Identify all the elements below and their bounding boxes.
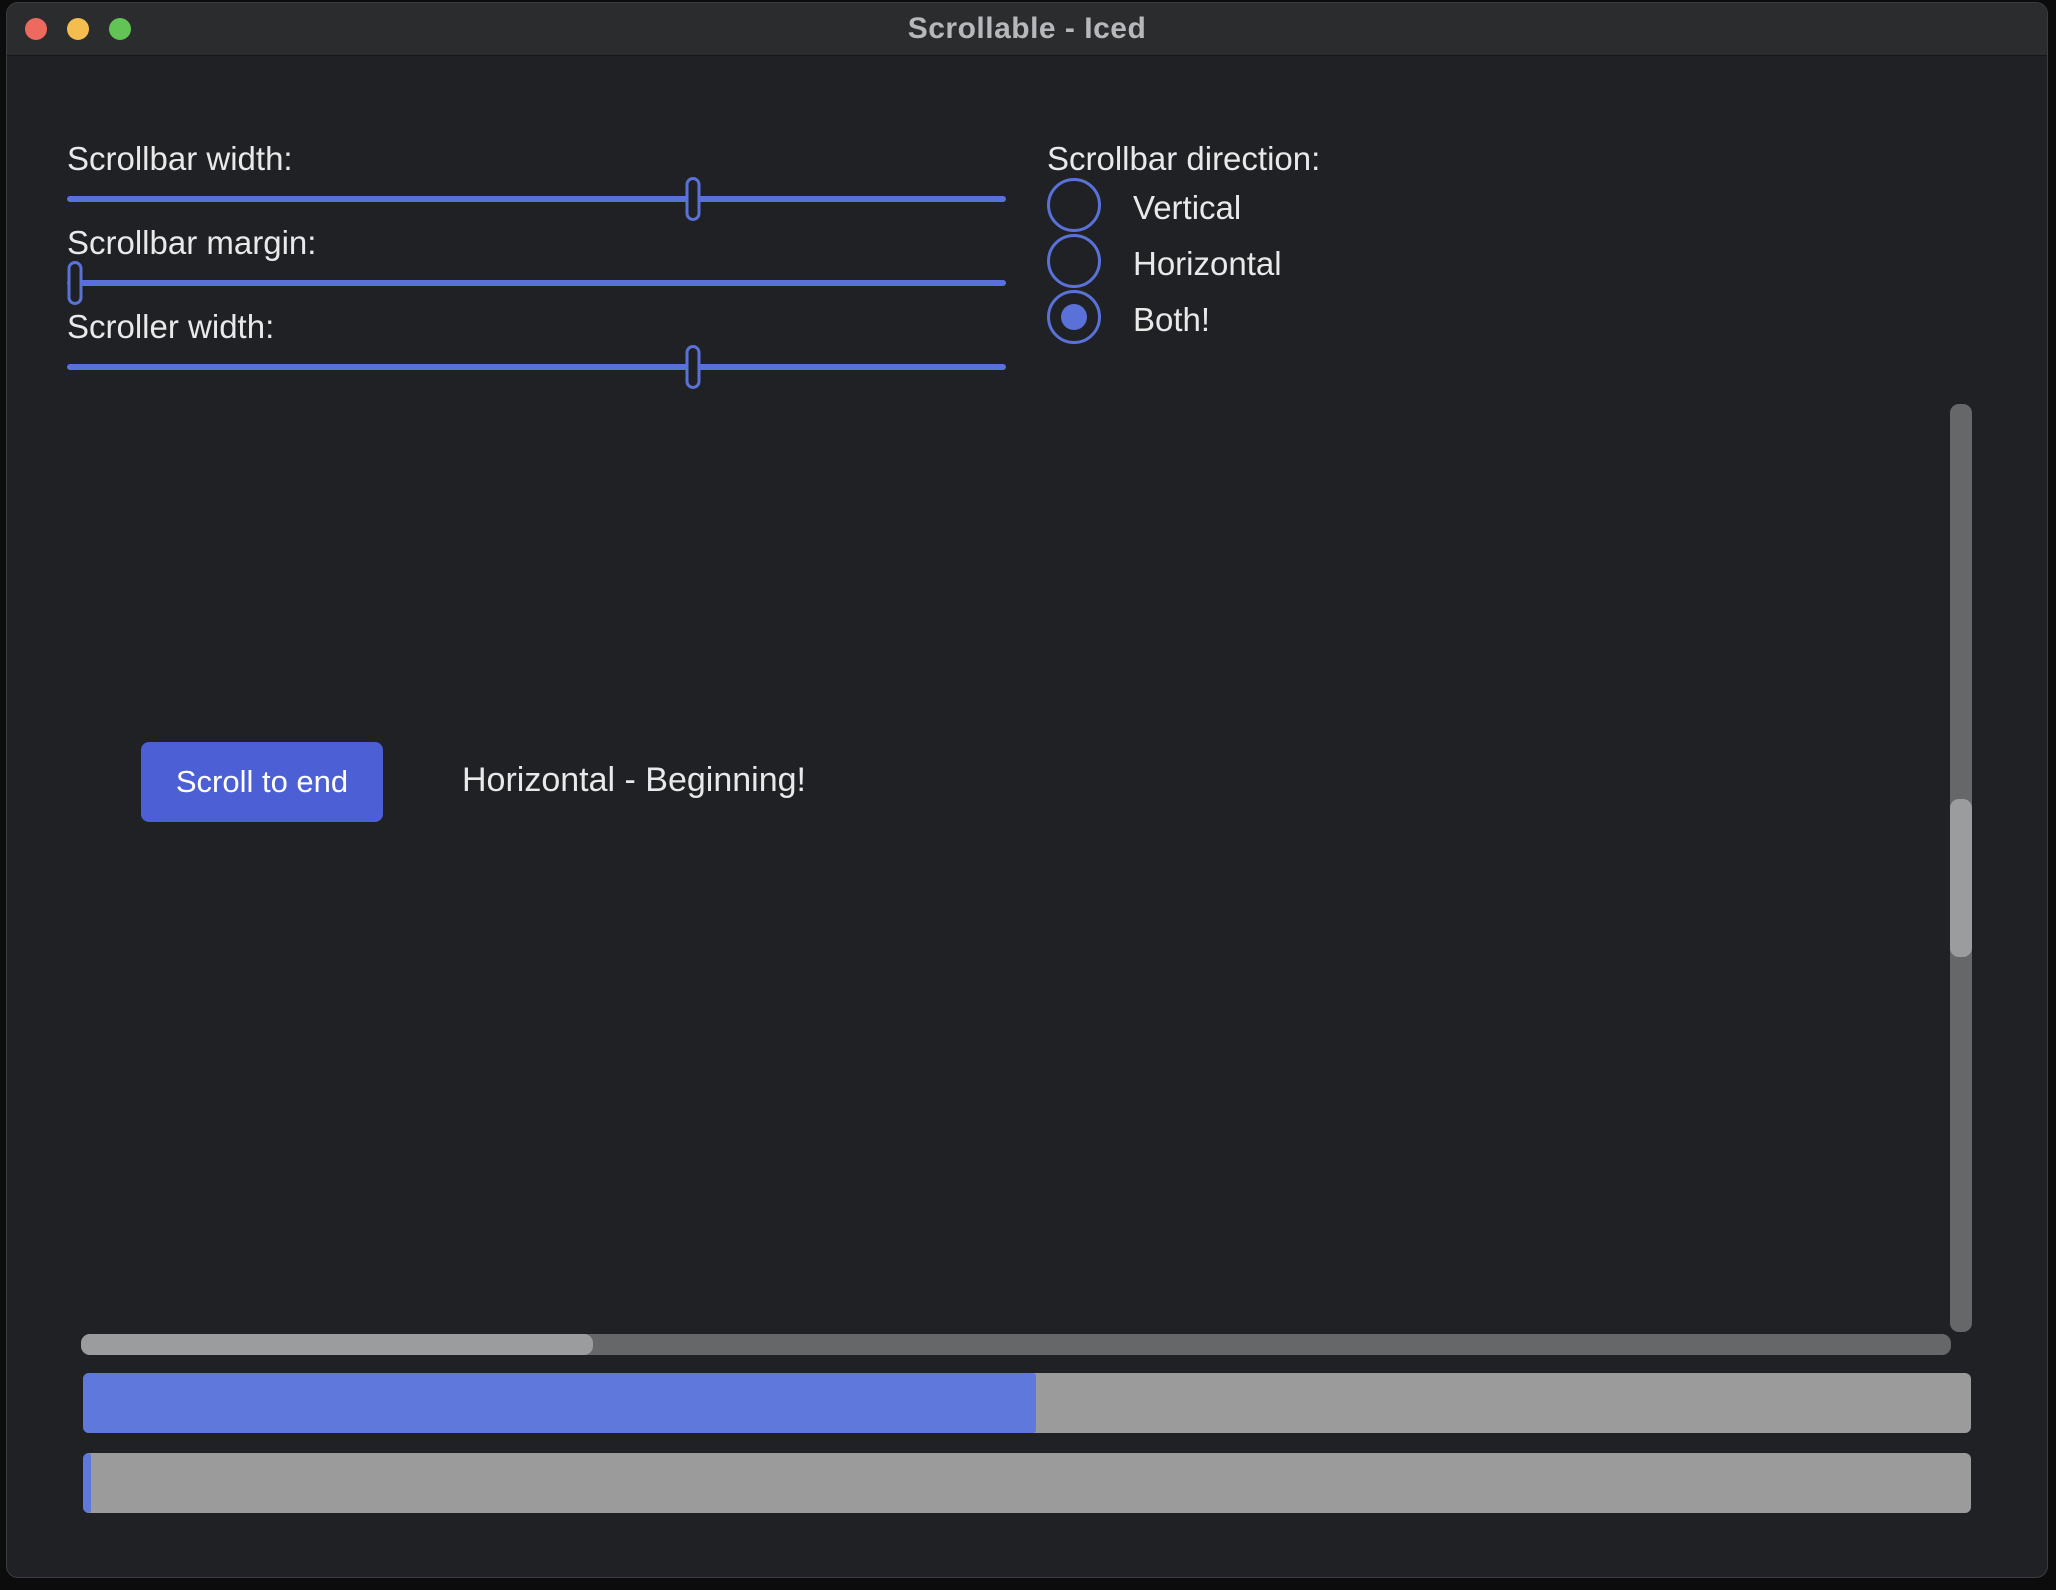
radio-horizontal-label[interactable]: Horizontal [1133,245,1282,283]
zoom-icon[interactable] [109,18,131,40]
horizontal-scrollbar-track[interactable] [81,1334,1951,1355]
scroll-to-end-button[interactable]: Scroll to end [141,742,383,822]
scrollbar-direction-label: Scrollbar direction: [1047,140,1320,178]
app-window: Scrollable - Iced Scrollbar width: Scrol… [6,2,2048,1578]
scrollbar-margin-slider[interactable] [67,261,1006,305]
radio-vertical[interactable] [1047,178,1101,232]
slider-handle[interactable] [686,177,701,221]
vertical-scrollbar-thumb[interactable] [1950,799,1972,957]
radio-both[interactable] [1047,290,1101,344]
radio-vertical-label[interactable]: Vertical [1133,189,1241,227]
progress-fill [83,1373,1036,1433]
horizontal-progress-bar [83,1373,1971,1433]
traffic-lights [7,3,131,55]
scroller-width-slider[interactable] [67,345,1006,389]
scrollbar-margin-label: Scrollbar margin: [67,224,316,262]
close-icon[interactable] [25,18,47,40]
scroll-status-text: Horizontal - Beginning! [462,761,806,800]
horizontal-scrollbar-thumb[interactable] [81,1334,593,1355]
slider-rail[interactable] [67,364,1006,370]
radio-horizontal[interactable] [1047,234,1101,288]
radio-dot [1061,304,1087,330]
radio-both-label[interactable]: Both! [1133,301,1210,339]
progress-fill [83,1453,91,1513]
vertical-scrollbar-track[interactable] [1950,404,1972,1332]
scrollbar-width-label: Scrollbar width: [67,140,293,178]
scrollbar-width-slider[interactable] [67,177,1006,221]
window-title: Scrollable - Iced [908,12,1147,46]
slider-handle[interactable] [67,261,82,305]
vertical-progress-bar [83,1453,1971,1513]
minimize-icon[interactable] [67,18,89,40]
slider-rail[interactable] [67,196,1006,202]
slider-rail[interactable] [67,280,1006,286]
titlebar: Scrollable - Iced [7,3,2047,56]
scroller-width-label: Scroller width: [67,308,274,346]
slider-handle[interactable] [686,345,701,389]
